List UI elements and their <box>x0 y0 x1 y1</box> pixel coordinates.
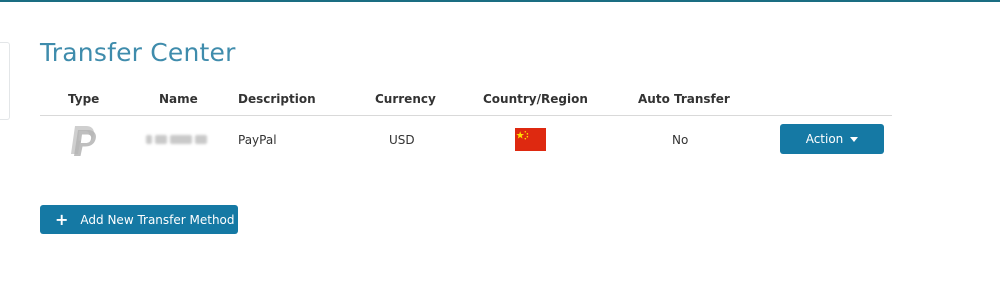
currency-cell: USD <box>389 133 415 147</box>
add-button-label: Add New Transfer Method <box>80 212 235 227</box>
table-header: Type Name Description Currency Country/R… <box>40 84 892 116</box>
auto-transfer-cell: No <box>672 133 689 147</box>
action-dropdown-button[interactable]: Action <box>780 124 884 154</box>
column-header-currency: Currency <box>375 92 436 106</box>
table-row: PayPal USD No Action <box>40 116 892 164</box>
column-header-country-region: Country/Region <box>483 92 588 106</box>
paypal-logo-icon <box>64 123 98 157</box>
description-cell: PayPal <box>238 133 277 147</box>
side-panel-edge <box>0 42 10 120</box>
caret-down-icon <box>850 136 859 142</box>
action-button-label: Action <box>805 132 844 146</box>
column-header-name: Name <box>159 92 198 106</box>
column-header-auto-transfer: Auto Transfer <box>638 92 730 106</box>
top-border <box>0 0 1000 2</box>
china-flag-icon <box>515 128 546 151</box>
account-name-redacted <box>146 133 210 145</box>
plus-icon: + <box>55 209 69 229</box>
column-header-description: Description <box>238 92 316 106</box>
transfer-methods-table: Type Name Description Currency Country/R… <box>40 84 892 164</box>
page-title: Transfer Center <box>40 38 236 67</box>
add-new-transfer-method-button[interactable]: + Add New Transfer Method <box>40 205 238 234</box>
column-header-type: Type <box>68 92 100 106</box>
